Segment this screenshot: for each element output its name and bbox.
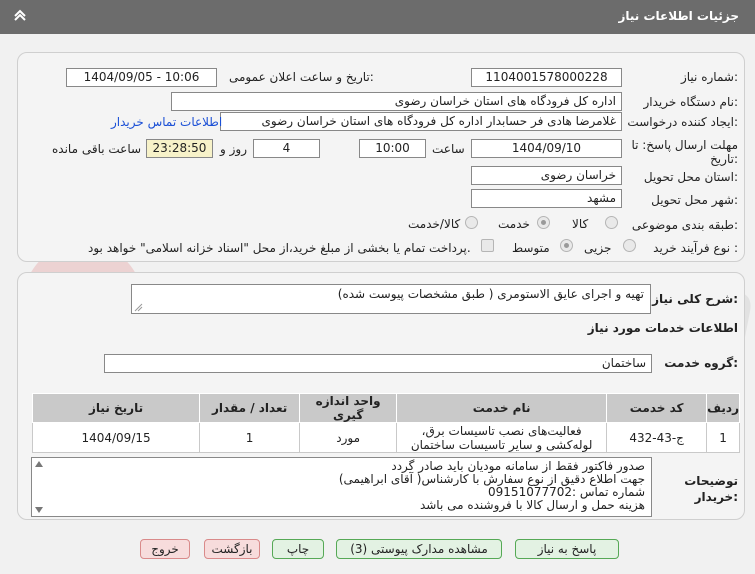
cell-row-number: 1 bbox=[706, 422, 740, 453]
announce-datetime-field: 1404/09/05 - 10:06 bbox=[66, 68, 217, 87]
col-service-name: نام خدمت bbox=[396, 393, 608, 423]
scroll-down-icon[interactable] bbox=[35, 507, 43, 513]
process-label: نوع فرآیند خرید : bbox=[653, 241, 738, 255]
process-option-minor: جزیی bbox=[584, 241, 612, 255]
category-option-goods: کالا bbox=[572, 217, 589, 231]
deadline-time-label: ساعت bbox=[432, 142, 465, 156]
category-radio-goods-service[interactable] bbox=[465, 216, 478, 229]
buyer-notes-field[interactable]: صدور فاکتور فقط از سامانه مودیان باید صا… bbox=[31, 457, 652, 517]
cell-quantity: 1 bbox=[199, 422, 301, 453]
services-section-title: اطلاعات خدمات مورد نیاز bbox=[587, 321, 738, 335]
province-field: خراسان رضوی bbox=[471, 166, 622, 185]
deadline-time-field: 10:00 bbox=[359, 139, 426, 158]
treasury-payment-note: پرداخت تمام یا بخشی از مبلغ خرید،از محل … bbox=[88, 241, 471, 255]
city-field: مشهد bbox=[471, 189, 622, 208]
buyer-notes-label: توضیحات bbox=[684, 474, 738, 488]
back-button[interactable]: بازگشت bbox=[204, 539, 260, 559]
service-group-label: گروه خدمت: bbox=[664, 356, 738, 370]
buyer-contact-link[interactable]: اطلاعات تماس خریدار bbox=[111, 115, 222, 129]
treasury-payment-checkbox[interactable] bbox=[481, 239, 494, 252]
reply-button[interactable]: پاسخ به نیاز bbox=[515, 539, 619, 559]
col-quantity: تعداد / مقدار bbox=[199, 393, 301, 423]
city-label: شهر محل تحویل: bbox=[651, 193, 738, 207]
buyer-notes-label-2: خریدار: bbox=[694, 490, 738, 504]
category-radio-service[interactable] bbox=[537, 216, 550, 229]
category-label: طبقه بندی موضوعی: bbox=[631, 218, 738, 232]
scroll-up-icon[interactable] bbox=[35, 461, 43, 467]
cell-unit: مورد bbox=[299, 422, 398, 453]
col-need-date: تاریخ نیاز bbox=[31, 393, 201, 423]
cell-service-name: فعالیت‌های نصب تاسیسات برق، لوله‌کشی و س… bbox=[396, 422, 608, 453]
creator-field: غلامرضا هادی فر حسابدار اداره کل فرودگاه… bbox=[220, 112, 622, 131]
process-radio-medium[interactable] bbox=[560, 239, 573, 252]
need-number-label: شماره نیاز: bbox=[680, 70, 738, 84]
description-text: تهیه و اجرای عایق الاستومری ( طبق مشخصات… bbox=[337, 287, 644, 301]
deadline-label: مهلت ارسال پاسخ: تا bbox=[631, 138, 738, 152]
buyer-notes-line: هزینه حمل و ارسال کالا با فروشنده می باش… bbox=[419, 498, 645, 512]
process-radio-minor[interactable] bbox=[623, 239, 636, 252]
table-row: 1 ج-43-432 فعالیت‌های نصب تاسیسات برق، ل… bbox=[31, 422, 740, 453]
category-option-goods-service: کالا/خدمت bbox=[408, 217, 461, 231]
page-header: جزئیات اطلاعات نیاز bbox=[0, 0, 755, 34]
description-label: شرح کلی نیاز: bbox=[652, 292, 738, 306]
category-option-service: خدمت bbox=[498, 217, 530, 231]
buyer-org-label: نام دستگاه خریدار: bbox=[643, 95, 739, 109]
remaining-time-label: ساعت باقی مانده bbox=[52, 142, 142, 156]
process-option-medium: متوسط bbox=[512, 241, 550, 255]
deadline-date-label: تاریخ: bbox=[710, 152, 738, 166]
table-header-row: ردیف کد خدمت نام خدمت واحد اندازه گیری ت… bbox=[31, 393, 740, 423]
province-label: استان محل تحویل: bbox=[643, 170, 738, 184]
announce-datetime-label: تاریخ و ساعت اعلان عمومی: bbox=[229, 70, 374, 84]
remaining-days-field: 4 bbox=[253, 139, 320, 158]
cell-service-code: ج-43-432 bbox=[606, 422, 708, 453]
chevron-up-icon[interactable] bbox=[13, 8, 27, 22]
col-unit: واحد اندازه گیری bbox=[299, 393, 398, 423]
need-number-field: 1104001578000228 bbox=[471, 68, 622, 87]
resize-grip-icon[interactable] bbox=[134, 303, 143, 312]
cell-need-date: 1404/09/15 bbox=[31, 422, 201, 453]
creator-label: ایجاد کننده درخواست: bbox=[627, 115, 738, 129]
deadline-date-field: 1404/09/10 bbox=[471, 139, 622, 158]
col-service-code: کد خدمت bbox=[606, 393, 708, 423]
services-table: ردیف کد خدمت نام خدمت واحد اندازه گیری ت… bbox=[31, 393, 740, 453]
buyer-org-field: اداره کل فرودگاه های استان خراسان رضوی bbox=[171, 92, 622, 111]
category-radio-goods[interactable] bbox=[605, 216, 618, 229]
remaining-time-field: 23:28:50 bbox=[146, 139, 213, 158]
view-attachments-button[interactable]: مشاهده مدارک پیوستی (3) bbox=[336, 539, 502, 559]
print-button[interactable]: چاپ bbox=[272, 539, 324, 559]
service-group-field: ساختمان bbox=[104, 354, 652, 373]
exit-button[interactable]: خروج bbox=[140, 539, 190, 559]
description-field: تهیه و اجرای عایق الاستومری ( طبق مشخصات… bbox=[131, 284, 651, 314]
col-row-number: ردیف bbox=[706, 393, 740, 423]
days-label: روز و bbox=[220, 142, 247, 156]
page-title: جزئیات اطلاعات نیاز bbox=[618, 9, 739, 23]
